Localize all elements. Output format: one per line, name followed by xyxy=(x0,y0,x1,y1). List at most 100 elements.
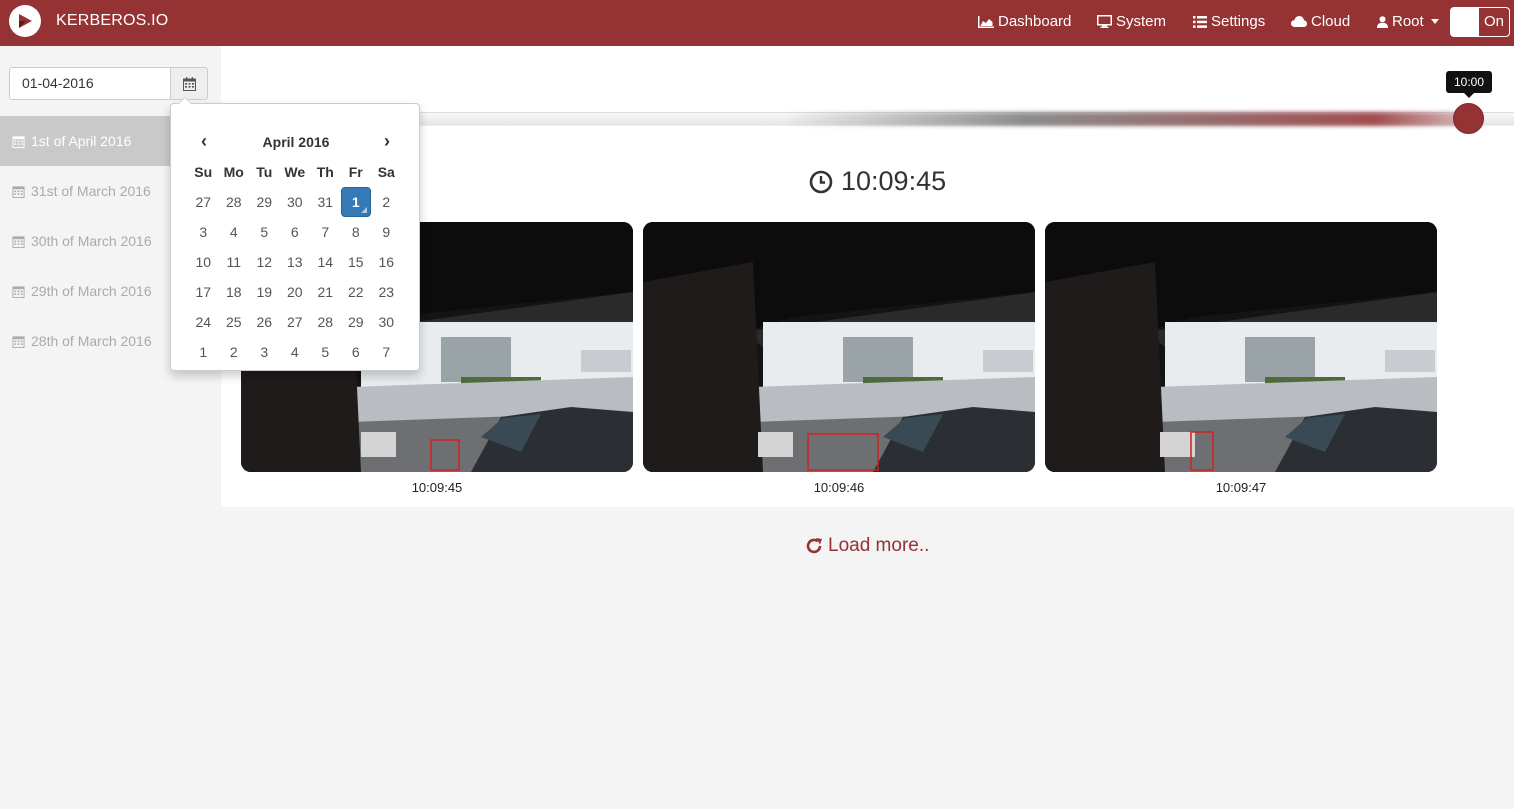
datepicker-weekday: Sa xyxy=(377,164,395,180)
date-input[interactable]: 01-04-2016 xyxy=(9,67,171,100)
datepicker-weekday: Th xyxy=(316,164,334,180)
datepicker-day[interactable]: 26 xyxy=(249,307,280,337)
calendar-button[interactable] xyxy=(170,67,208,100)
user-icon xyxy=(1377,15,1388,28)
nav-cloud[interactable]: Cloud xyxy=(1291,13,1350,30)
toggle-knob xyxy=(1451,8,1481,36)
calendar-icon xyxy=(12,185,25,198)
datepicker-day[interactable]: 18 xyxy=(219,277,250,307)
sidebar-day-label: 1st of April 2016 xyxy=(31,133,132,149)
sidebar-day-label: 29th of March 2016 xyxy=(31,283,152,299)
datepicker-day[interactable]: 29 xyxy=(341,307,372,337)
current-time-label: 10:09:45 xyxy=(841,166,947,196)
current-time-heading: 10:09:45 xyxy=(809,166,946,197)
nav-dashboard-label: Dashboard xyxy=(998,13,1072,30)
sidebar-day-label: 30th of March 2016 xyxy=(31,233,152,249)
snapshot-image-2[interactable] xyxy=(1045,222,1437,472)
caret-down-icon xyxy=(1430,19,1439,24)
datepicker-day[interactable]: 2 xyxy=(219,337,250,367)
brand-name[interactable]: KERBEROS.IO xyxy=(56,12,168,30)
datepicker-weekday: Su xyxy=(194,164,213,180)
datepicker-day[interactable]: 30 xyxy=(280,187,311,217)
sidebar-day-label: 28th of March 2016 xyxy=(31,333,152,349)
datepicker-day[interactable]: 7 xyxy=(310,217,341,247)
list-icon xyxy=(1193,15,1207,28)
refresh-icon xyxy=(806,538,822,554)
datepicker-day[interactable]: 3 xyxy=(249,337,280,367)
datepicker-weekday: We xyxy=(284,164,306,180)
nav-cloud-label: Cloud xyxy=(1311,13,1351,30)
load-more-label: Load more.. xyxy=(828,535,930,556)
datepicker-day[interactable]: 13 xyxy=(280,247,311,277)
datepicker-day[interactable]: 8 xyxy=(341,217,372,247)
datepicker-day[interactable]: 5 xyxy=(310,337,341,367)
datepicker-day[interactable]: 1 xyxy=(188,337,219,367)
datepicker-day[interactable]: 9 xyxy=(371,217,402,247)
datepicker-day[interactable]: 12 xyxy=(249,247,280,277)
nav-dashboard[interactable]: Dashboard xyxy=(978,13,1071,30)
snapshot-time-0: 10:09:45 xyxy=(411,480,463,495)
clock-icon xyxy=(809,170,833,193)
datepicker-popup: ‹ April 2016 › Su Mo Tu We Th Fr Sa 27 28 29 30 31 1… xyxy=(170,97,420,371)
calendar-icon xyxy=(12,285,25,298)
datepicker-day-selected[interactable]: 1 xyxy=(340,187,371,217)
datepicker-day[interactable]: 20 xyxy=(280,277,311,307)
datepicker-day[interactable]: 27 xyxy=(280,307,311,337)
calendar-icon xyxy=(12,335,25,348)
cloud-icon xyxy=(1291,16,1307,27)
nav-settings-label: Settings xyxy=(1211,13,1266,30)
datepicker-day[interactable]: 5 xyxy=(249,217,280,247)
datepicker-weekday: Fr xyxy=(348,164,363,180)
timeline-activity-heat xyxy=(781,112,1481,126)
datepicker-day[interactable]: 10 xyxy=(188,247,219,277)
datepicker-day[interactable]: 29 xyxy=(249,187,280,217)
datepicker-day[interactable]: 3 xyxy=(188,217,219,247)
datepicker-day[interactable]: 4 xyxy=(280,337,311,367)
area-chart-icon xyxy=(978,15,994,28)
timeline-slider-handle[interactable] xyxy=(1453,103,1484,134)
datepicker-day[interactable]: 22 xyxy=(341,277,372,307)
datepicker-day[interactable]: 7 xyxy=(371,337,402,367)
datepicker-day[interactable]: 25 xyxy=(219,307,250,337)
datepicker-day[interactable]: 21 xyxy=(310,277,341,307)
datepicker-day[interactable]: 28 xyxy=(310,307,341,337)
system-toggle[interactable]: On xyxy=(1450,7,1510,37)
monitor-icon xyxy=(1097,15,1112,28)
calendar-icon xyxy=(183,77,196,91)
nav-system-label: System xyxy=(1116,13,1167,30)
datepicker-day[interactable]: 19 xyxy=(249,277,280,307)
load-more-button[interactable]: Load more.. xyxy=(805,535,929,557)
snapshot-time-1: 10:09:46 xyxy=(813,480,865,495)
datepicker-day[interactable]: 16 xyxy=(371,247,402,277)
datepicker-day[interactable]: 27 xyxy=(188,187,219,217)
sidebar-day-label: 31st of March 2016 xyxy=(31,183,151,199)
snapshot-time-2: 10:09:47 xyxy=(1215,480,1267,495)
nav-settings[interactable]: Settings xyxy=(1193,13,1265,30)
datepicker-day[interactable]: 30 xyxy=(371,307,402,337)
top-navbar: KERBEROS.IO Dashboard System Settings Cl… xyxy=(0,0,1514,46)
datepicker-day[interactable]: 17 xyxy=(188,277,219,307)
nav-system[interactable]: System xyxy=(1097,13,1166,30)
datepicker-day[interactable]: 4 xyxy=(219,217,250,247)
calendar-icon xyxy=(12,135,25,148)
nav-user-dropdown[interactable]: Root xyxy=(1377,13,1439,30)
datepicker-day[interactable]: 11 xyxy=(219,247,250,277)
kerberos-logo-icon[interactable] xyxy=(9,5,41,37)
datepicker-day[interactable]: 14 xyxy=(310,247,341,277)
datepicker-grid: Su Mo Tu We Th Fr Sa 27 28 29 30 31 1 2 3 4 5 6 7 8 9 10 11 12 1… xyxy=(188,157,402,367)
datepicker-day[interactable]: 24 xyxy=(188,307,219,337)
timeline-tooltip: 10:00 xyxy=(1446,71,1492,98)
datepicker-prev-button[interactable]: ‹ xyxy=(201,131,207,152)
snapshot-image-1[interactable] xyxy=(643,222,1035,472)
datepicker-day[interactable]: 28 xyxy=(219,187,250,217)
datepicker-day[interactable]: 31 xyxy=(310,187,341,217)
datepicker-day[interactable]: 6 xyxy=(341,337,372,367)
calendar-icon xyxy=(12,235,25,248)
datepicker-weekday: Tu xyxy=(256,164,273,180)
datepicker-next-button[interactable]: › xyxy=(384,131,390,152)
datepicker-month-title[interactable]: April 2016 xyxy=(231,134,361,150)
datepicker-day[interactable]: 23 xyxy=(371,277,402,307)
datepicker-day[interactable]: 6 xyxy=(280,217,311,247)
datepicker-day[interactable]: 15 xyxy=(341,247,372,277)
datepicker-day[interactable]: 2 xyxy=(371,187,402,217)
